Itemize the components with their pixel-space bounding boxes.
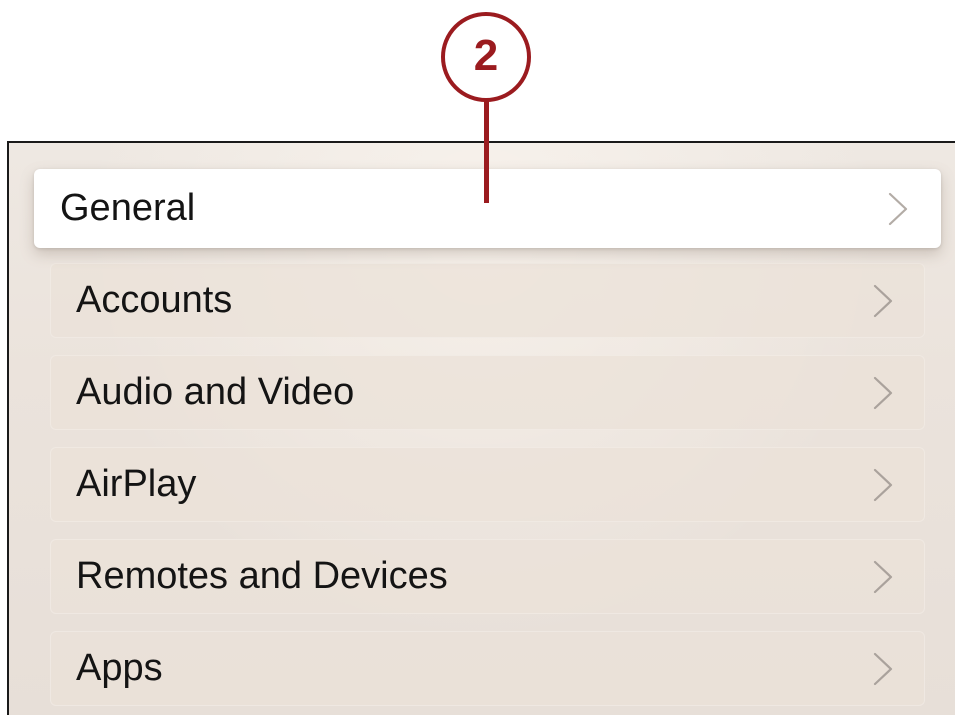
settings-screen: General Accounts Audio and Video AirPlay <box>7 141 955 715</box>
menu-item-label: Apps <box>76 647 163 689</box>
menu-item-accounts[interactable]: Accounts <box>50 263 925 338</box>
menu-item-label: General <box>60 187 196 229</box>
callout-number: 2 <box>473 31 499 80</box>
page: 2 General Accounts Audio and Video AirPl… <box>0 0 955 715</box>
menu-item-remotes-and-devices[interactable]: Remotes and Devices <box>50 539 925 614</box>
chevron-right-icon <box>870 651 896 687</box>
chevron-right-icon <box>870 283 896 319</box>
menu-item-audio-and-video[interactable]: Audio and Video <box>50 355 925 430</box>
menu-item-apps[interactable]: Apps <box>50 631 925 706</box>
chevron-right-icon <box>870 559 896 595</box>
menu-item-label: AirPlay <box>76 463 197 505</box>
menu-item-airplay[interactable]: AirPlay <box>50 447 925 522</box>
menu-item-label: Accounts <box>76 279 233 321</box>
callout-marker: 2 <box>441 12 531 102</box>
chevron-right-icon <box>885 191 911 227</box>
chevron-right-icon <box>870 467 896 503</box>
chevron-right-icon <box>870 375 896 411</box>
menu-item-label: Remotes and Devices <box>76 555 448 597</box>
callout-pointer-line <box>484 100 489 203</box>
menu-item-label: Audio and Video <box>76 371 355 413</box>
